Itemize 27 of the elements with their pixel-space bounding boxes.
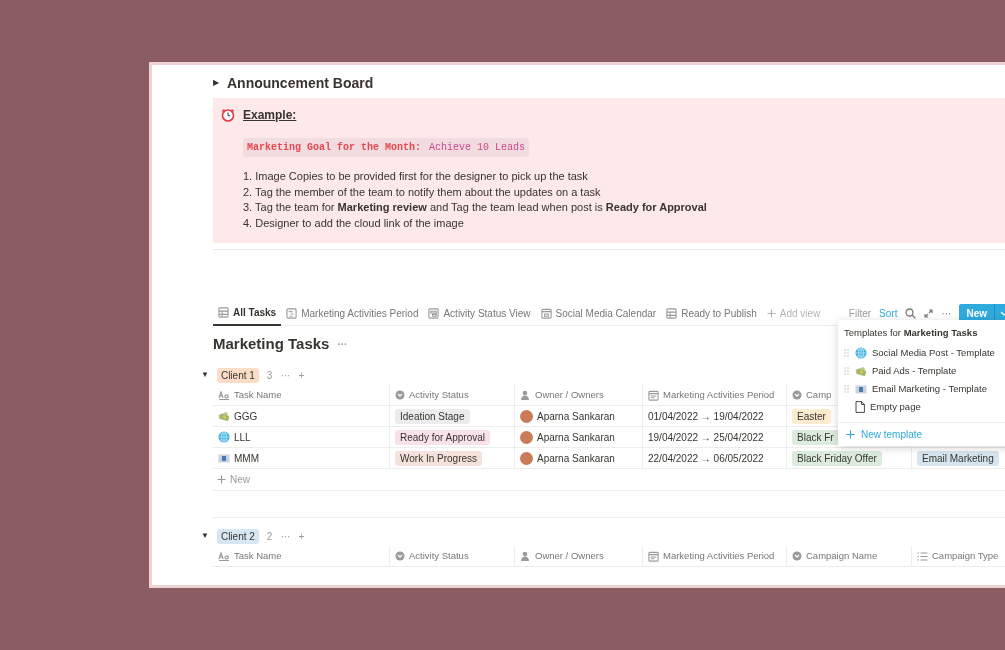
campaign-tag: Easter <box>792 408 831 424</box>
date-range: 01/04/2022 → 19/04/2022 <box>648 409 764 424</box>
status-tag: Ready for Approval <box>395 429 491 445</box>
status-tag: Work In Progress <box>395 450 483 466</box>
owner-name: Aparna Sankaran <box>537 409 615 424</box>
type-tag: Email Marketing <box>917 450 999 466</box>
code-label: Marketing Goal for the Month: <box>247 141 422 155</box>
campaign-tag: Black Friday Offer <box>792 450 882 466</box>
group-label: Client 2 <box>216 528 259 544</box>
list-item: 4. Designer to add the cloud link of the image <box>243 215 465 231</box>
owner-name: Aparna Sankaran <box>537 451 615 466</box>
date-range: 22/04/2022 → 06/05/2022 <box>648 451 764 466</box>
callout-heading: Example: <box>243 107 297 124</box>
list-item: 3. Tag the team for Marketing review and Tag the team lead when post is Ready for Approval <box>243 200 708 215</box>
code-value: Achieve 10 Leads <box>429 141 526 155</box>
heading: Announcement Board <box>227 73 374 93</box>
date-range: 19/04/2022 → 25/04/2022 <box>648 430 764 445</box>
group-label: Client 1 <box>216 367 259 383</box>
menu-heading: Templates for Marketing Tasks <box>843 326 979 340</box>
group-count: 2 <box>266 529 273 544</box>
campaign-tag: Black Fr <box>792 429 839 445</box>
owner-name: Aparna Sankaran <box>537 430 615 445</box>
list-item: 1. Image Copies to be provided first for the designer to pick up the task <box>243 169 589 184</box>
status-tag: Ideation Stage <box>395 408 470 424</box>
list-item: 2. Tag the member of the team to notify them about the updates on a task <box>243 184 602 200</box>
database-title: Marketing Tasks <box>213 333 330 354</box>
group-count: 3 <box>266 368 273 383</box>
